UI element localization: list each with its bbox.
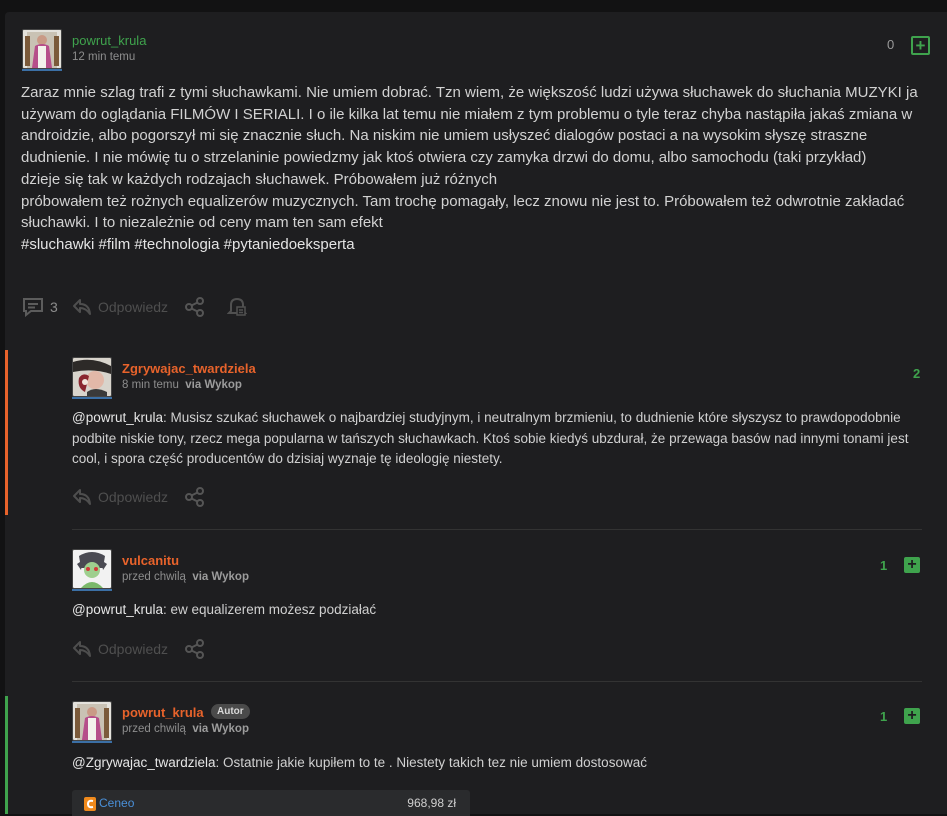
comment-body: @powrut_krula: ew equalizerem możesz pod… xyxy=(72,600,922,621)
comment-meta: przed chwilą via Wykop xyxy=(122,723,249,735)
avatar-image-icon xyxy=(73,358,111,396)
notify-button[interactable] xyxy=(227,296,247,318)
avatar-image-icon xyxy=(23,30,61,68)
comment-vote-count: 1 xyxy=(880,558,888,573)
post-time[interactable]: 12 min temu xyxy=(72,51,135,63)
comment-time[interactable]: przed chwilą xyxy=(122,723,186,735)
reply-button[interactable]: Odpowiedz xyxy=(72,488,168,506)
comment-avatar[interactable] xyxy=(72,549,112,589)
thread-line xyxy=(5,696,8,814)
share-icon xyxy=(185,487,204,507)
post-body: Zaraz mnie szlag trafi z tymi słuchawkam… xyxy=(21,82,926,256)
post-paragraph: próbowałem też rożnych equalizerów muzyc… xyxy=(21,192,905,232)
comment-via: via Wykop xyxy=(185,379,242,391)
ceneo-price: 968,98 zł xyxy=(407,796,456,810)
author-badge: Autor xyxy=(211,704,250,719)
comment-time[interactable]: 8 min temu xyxy=(122,379,179,391)
ceneo-embed[interactable]: Ceneo 968,98 zł xyxy=(72,790,470,816)
comments-count-button[interactable]: 3 xyxy=(22,297,58,317)
comment-text: : Musisz szukać słuchawek o najbardziej … xyxy=(72,410,909,466)
comment-count: 3 xyxy=(50,299,58,315)
post-paragraph: Zaraz mnie szlag trafi z tymi słuchawkam… xyxy=(21,84,918,167)
comment-username[interactable]: vulcanitu xyxy=(122,553,179,568)
avatar-underline xyxy=(72,589,112,591)
comment-avatar[interactable] xyxy=(72,357,112,397)
reply-arrow-icon xyxy=(73,641,91,657)
tag-link[interactable]: #film xyxy=(99,236,131,253)
reply-button[interactable]: Odpowiedz xyxy=(72,640,168,658)
comment-divider xyxy=(72,529,922,530)
reply-button[interactable]: Odpowiedz xyxy=(72,298,168,316)
comment-icon xyxy=(23,298,43,317)
avatar-underline xyxy=(22,69,62,71)
comment-username[interactable]: powrut_krula xyxy=(122,705,204,720)
comment-username[interactable]: Zgrywajac_twardziela xyxy=(122,361,256,376)
upvote-plus-icon[interactable]: + xyxy=(911,36,930,55)
mention-link[interactable]: @powrut_krula xyxy=(72,602,163,617)
tag-link[interactable]: #sluchawki xyxy=(21,236,94,253)
post-username[interactable]: powrut_krula xyxy=(72,33,146,48)
comment-vote-count: 2 xyxy=(913,366,921,381)
reply-label: Odpowiedz xyxy=(98,641,169,657)
comment-body: @Zgrywajac_twardziela: Ostatnie jakie ku… xyxy=(72,753,922,774)
share-button[interactable] xyxy=(185,297,205,317)
post-vote-count: 0 xyxy=(887,37,895,52)
comment-time[interactable]: przed chwilą xyxy=(122,571,186,583)
ceneo-brand: Ceneo xyxy=(99,796,135,810)
ceneo-logo-icon xyxy=(84,797,96,811)
comment-divider xyxy=(72,681,922,682)
bell-icon xyxy=(227,297,247,316)
thread-line xyxy=(5,350,8,515)
comment-vote-count: 1 xyxy=(880,709,888,724)
share-icon xyxy=(185,639,204,659)
avatar-underline xyxy=(72,397,112,399)
comment-meta: 8 min temu via Wykop xyxy=(122,379,242,391)
comment-meta: przed chwilą via Wykop xyxy=(122,571,249,583)
share-icon xyxy=(185,297,204,317)
comment-text: : ew equalizerem możesz podziałać xyxy=(163,602,377,617)
upvote-plus-icon[interactable]: + xyxy=(904,557,920,573)
comment-via: via Wykop xyxy=(192,723,249,735)
reply-arrow-icon xyxy=(73,489,91,505)
avatar-image-icon xyxy=(73,550,111,588)
tag-link[interactable]: #pytaniedoeksperta xyxy=(224,236,355,253)
post-tags: #sluchawki #film #technologia #pytaniedo… xyxy=(21,234,926,256)
avatar-image-icon xyxy=(73,702,111,740)
reply-arrow-icon xyxy=(73,299,91,315)
reply-label: Odpowiedz xyxy=(98,489,169,505)
share-button[interactable] xyxy=(185,639,205,659)
avatar-underline xyxy=(72,741,112,743)
reply-label: Odpowiedz xyxy=(98,299,169,315)
comment-avatar[interactable] xyxy=(72,701,112,741)
comment-via: via Wykop xyxy=(192,571,249,583)
tag-link[interactable]: #technologia xyxy=(134,236,219,253)
mention-link[interactable]: @Zgrywajac_twardziela xyxy=(72,755,216,770)
comment-body: @powrut_krula: Musisz szukać słuchawek o… xyxy=(72,408,922,470)
share-button[interactable] xyxy=(185,487,205,507)
post-avatar[interactable] xyxy=(22,29,62,69)
comment-text: : Ostatnie jakie kupiłem to te . Niestet… xyxy=(215,755,647,770)
post-paragraph: dzieje się tak w każdych rodzajach słuch… xyxy=(21,170,498,188)
mention-link[interactable]: @powrut_krula xyxy=(72,410,163,425)
upvote-plus-icon[interactable]: + xyxy=(904,708,920,724)
